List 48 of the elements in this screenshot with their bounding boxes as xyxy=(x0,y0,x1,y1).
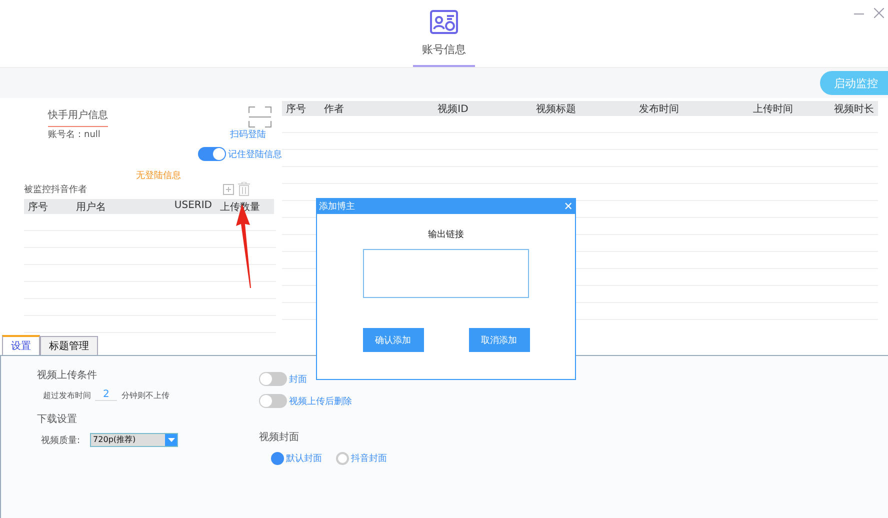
login-status: 无登陆信息 xyxy=(136,170,181,182)
dialog-title: 添加博主 xyxy=(319,200,355,213)
field-label: 超过发布时间 xyxy=(43,390,91,400)
column-header: 发布时间 xyxy=(602,101,716,116)
close-button[interactable]: ✕ xyxy=(564,200,573,213)
link-input[interactable] xyxy=(363,249,529,298)
column-header: 序号 xyxy=(282,101,320,116)
column-header: 序号 xyxy=(24,199,72,214)
toggle-label: 视频上传后删除 xyxy=(289,396,352,408)
section-title: 快手用户信息 xyxy=(48,108,108,126)
column-header: 视频ID xyxy=(396,101,510,116)
toggle-switch[interactable] xyxy=(259,394,287,408)
radio-button[interactable] xyxy=(271,452,284,465)
field-label: 视频质量: xyxy=(41,434,80,446)
section-title: 视频上传条件 xyxy=(37,368,98,382)
toggle-switch[interactable] xyxy=(259,372,287,386)
dialog-button[interactable]: 确认添加 xyxy=(362,328,424,352)
radio-label: 默认封面 xyxy=(286,452,322,465)
start-monitor-button[interactable]: 启动监控 xyxy=(820,71,888,95)
remember-label: 记住登陆信息 xyxy=(228,148,282,160)
remember-toggle[interactable] xyxy=(198,147,226,161)
panel-tab[interactable]: 标题管理 xyxy=(40,336,98,355)
minutes-field[interactable]: 2 xyxy=(95,389,118,401)
panel-tab[interactable]: 设置 xyxy=(2,335,40,355)
column-header: 用户名 xyxy=(72,199,154,214)
radio-button[interactable] xyxy=(336,452,349,465)
section-title: 视频封面 xyxy=(259,430,300,444)
trash-icon[interactable] xyxy=(238,182,250,196)
column-header: 上传时间 xyxy=(716,101,830,116)
dialog-button[interactable]: 取消添加 xyxy=(468,328,530,352)
scan-icon[interactable] xyxy=(248,106,272,128)
section-title: 被监控抖音作者 xyxy=(24,184,87,196)
section-title: 下载设置 xyxy=(37,412,78,426)
field-label: 输出链接 xyxy=(428,228,464,241)
toggle-label: 封面 xyxy=(289,374,307,386)
caret-icon xyxy=(168,438,175,442)
account-name: 账号名：null xyxy=(48,128,100,141)
quality-dropdown[interactable]: 720p(推荐) xyxy=(90,433,178,447)
radio-label: 抖音封面 xyxy=(351,452,387,465)
add-icon[interactable] xyxy=(223,184,234,194)
column-header: 视频时长 xyxy=(830,101,878,116)
column-header: 视频标题 xyxy=(510,101,602,116)
column-header: USERID xyxy=(154,199,216,214)
id-card-icon xyxy=(430,10,458,36)
close-icon[interactable] xyxy=(874,8,884,18)
scan-login-link[interactable]: 扫码登陆 xyxy=(230,128,266,141)
field-label: 分钟则不上传 xyxy=(121,390,170,400)
column-header: 作者 xyxy=(320,101,396,116)
